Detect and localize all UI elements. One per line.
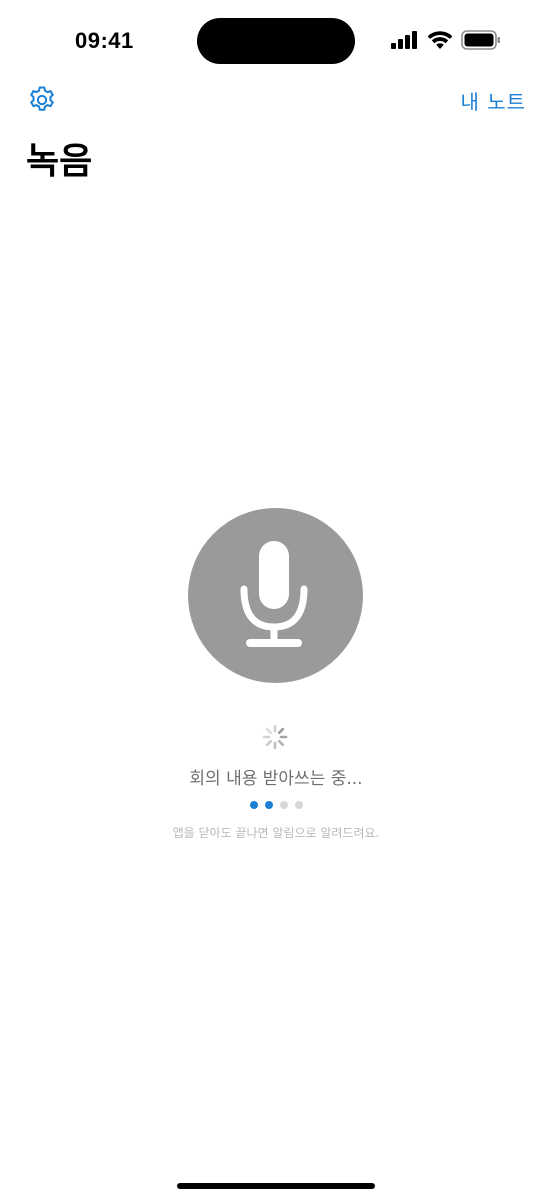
progress-dot	[295, 801, 303, 809]
nav-bar: 내 노트	[0, 80, 552, 124]
progress-dots	[250, 801, 303, 809]
home-indicator[interactable]	[177, 1183, 375, 1189]
progress-dot	[280, 801, 288, 809]
screen: 09:41 내 노트 녹음 회의 내용 받아쓰는 중... 앱을 닫아도 끝나면…	[0, 0, 552, 1200]
cellular-signal-icon	[391, 31, 417, 49]
progress-dot	[250, 801, 258, 809]
loading-spinner-icon	[262, 724, 288, 750]
status-icons	[391, 30, 501, 50]
page-title: 녹음	[26, 141, 93, 182]
background-hint: 앱을 닫아도 끝나면 알림으로 알려드려요.	[172, 826, 380, 840]
progress-dot	[265, 801, 273, 809]
dynamic-island	[197, 18, 355, 64]
my-notes-button[interactable]: 내 노트	[460, 86, 526, 115]
battery-icon	[461, 30, 500, 50]
microphone-icon	[240, 540, 307, 647]
status-bar: 09:41	[0, 0, 552, 80]
gear-icon	[30, 86, 54, 111]
settings-button[interactable]	[24, 82, 60, 118]
wifi-icon	[427, 30, 453, 49]
transcribing-status: 회의 내용 받아쓰는 중...	[189, 769, 363, 789]
record-button[interactable]	[188, 508, 363, 683]
status-time: 09:41	[75, 28, 134, 53]
